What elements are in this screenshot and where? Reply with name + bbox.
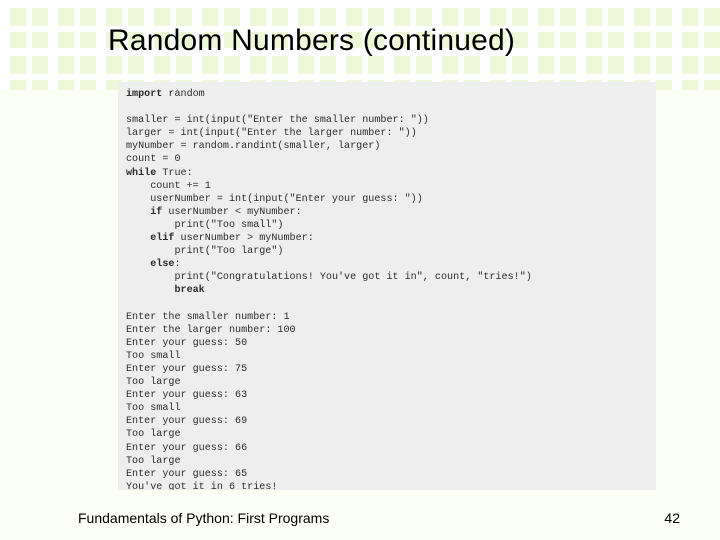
code-text: print("Congratulations! You've got it in… bbox=[174, 272, 531, 283]
code-text: print("Too large") bbox=[174, 246, 283, 257]
code-text: larger = int(input("Enter the larger num… bbox=[126, 128, 417, 139]
output-line: Enter your guess: 50 bbox=[126, 338, 247, 349]
code-text: random bbox=[162, 89, 204, 100]
code-text: smaller = int(input("Enter the smaller n… bbox=[126, 115, 429, 126]
output-line: Too large bbox=[126, 456, 181, 467]
code-text: : bbox=[174, 259, 180, 270]
code-block: import random smaller = int(input("Enter… bbox=[126, 88, 648, 490]
output-line: You've got it in 6 tries! bbox=[126, 482, 277, 490]
output-line: Enter the larger number: 100 bbox=[126, 325, 296, 336]
code-text: myNumber = random.randint(smaller, large… bbox=[126, 141, 380, 152]
code-text: userNumber > myNumber: bbox=[174, 233, 313, 244]
slide-title: Random Numbers (continued) bbox=[0, 0, 720, 58]
output-line: Enter your guess: 65 bbox=[126, 469, 247, 480]
kw-break: break bbox=[174, 285, 204, 296]
kw-else: else bbox=[150, 259, 174, 270]
output-line: Too small bbox=[126, 403, 181, 414]
code-text: print("Too small") bbox=[174, 220, 283, 231]
kw-if: if bbox=[150, 207, 162, 218]
code-text: True: bbox=[156, 168, 192, 179]
output-line: Enter your guess: 66 bbox=[126, 443, 247, 454]
code-text: count = 0 bbox=[126, 154, 181, 165]
page-number: 42 bbox=[664, 510, 680, 526]
output-line: Enter your guess: 75 bbox=[126, 364, 247, 375]
output-line: Enter your guess: 63 bbox=[126, 390, 247, 401]
code-example-box: import random smaller = int(input("Enter… bbox=[118, 82, 656, 490]
code-text: userNumber = int(input("Enter your guess… bbox=[150, 194, 423, 205]
output-line: Too large bbox=[126, 377, 181, 388]
output-line: Enter your guess: 69 bbox=[126, 416, 247, 427]
code-text: userNumber < myNumber: bbox=[162, 207, 301, 218]
kw-while: while bbox=[126, 168, 156, 179]
footer-text-left: Fundamentals of Python: First Programs bbox=[78, 510, 329, 526]
output-line: Too large bbox=[126, 429, 181, 440]
output-line: Enter the smaller number: 1 bbox=[126, 312, 290, 323]
code-text: count += 1 bbox=[150, 181, 211, 192]
slide-footer: Fundamentals of Python: First Programs 4… bbox=[78, 510, 680, 526]
kw-import: import bbox=[126, 89, 162, 100]
kw-elif: elif bbox=[150, 233, 174, 244]
output-line: Too small bbox=[126, 351, 181, 362]
